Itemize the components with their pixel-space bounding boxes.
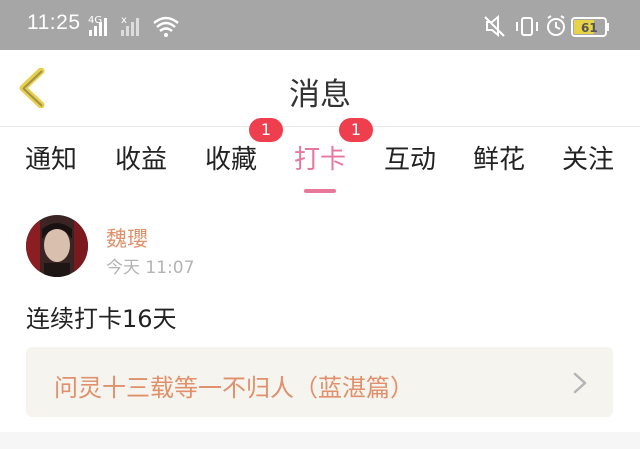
message-content: 连续打卡16天 — [26, 305, 177, 333]
book-title: 问灵十三载等一不归人（蓝湛篇） — [54, 374, 414, 402]
tab-notice[interactable]: 通知 — [11, 139, 91, 176]
tab-label: 关注 — [561, 145, 614, 175]
checkin-badge: 1 — [339, 118, 373, 142]
tab-label: 鲜花 — [472, 145, 525, 175]
tab-interaction[interactable]: 互动 — [370, 139, 450, 176]
tab-favorites[interactable]: 收藏 — [191, 139, 271, 176]
battery-icon: 61 — [571, 17, 609, 37]
tab-label: 收藏 — [204, 145, 257, 175]
avatar[interactable] — [26, 215, 88, 277]
chevron-right-icon — [573, 372, 587, 394]
tab-following[interactable]: 关注 — [548, 139, 628, 176]
tab-label: 通知 — [24, 145, 77, 175]
book-link[interactable]: 问灵十三载等一不归人（蓝湛篇） — [26, 347, 613, 417]
page-title: 消息 — [289, 77, 351, 113]
tab-label: 收益 — [114, 145, 167, 175]
tab-label: 打卡 — [293, 145, 346, 175]
sim2-mark: x — [121, 15, 127, 26]
tab-checkin[interactable]: 打卡 — [280, 139, 360, 193]
post-time: 今天 11:07 — [106, 258, 195, 278]
vibrate-icon — [516, 17, 538, 36]
battery-level: 61 — [581, 21, 598, 35]
author-name[interactable]: 魏瓔 — [106, 223, 148, 253]
mute-icon — [484, 14, 505, 38]
status-bar: 11:25 4G x 61 — [0, 0, 640, 50]
signal-icon: 4G x — [88, 15, 179, 37]
tab-label: 互动 — [383, 145, 436, 175]
status-time: 11:25 — [27, 11, 81, 34]
tab-flowers[interactable]: 鲜花 — [459, 139, 539, 176]
wifi-icon — [153, 16, 179, 37]
tab-earnings[interactable]: 收益 — [101, 139, 181, 176]
section-divider — [0, 432, 640, 449]
favorites-badge: 1 — [249, 118, 283, 142]
status-right-icons: 61 — [484, 14, 609, 38]
alarm-icon — [547, 15, 565, 36]
checkin-message: 魏瓔 今天 11:07 连续打卡16天 问灵十三载等一不归人（蓝湛篇） — [0, 187, 640, 432]
header: 消息 — [0, 50, 640, 127]
tab-bar: 通知 收益 收藏 打卡 互动 鲜花 关注 1 1 — [0, 118, 640, 193]
